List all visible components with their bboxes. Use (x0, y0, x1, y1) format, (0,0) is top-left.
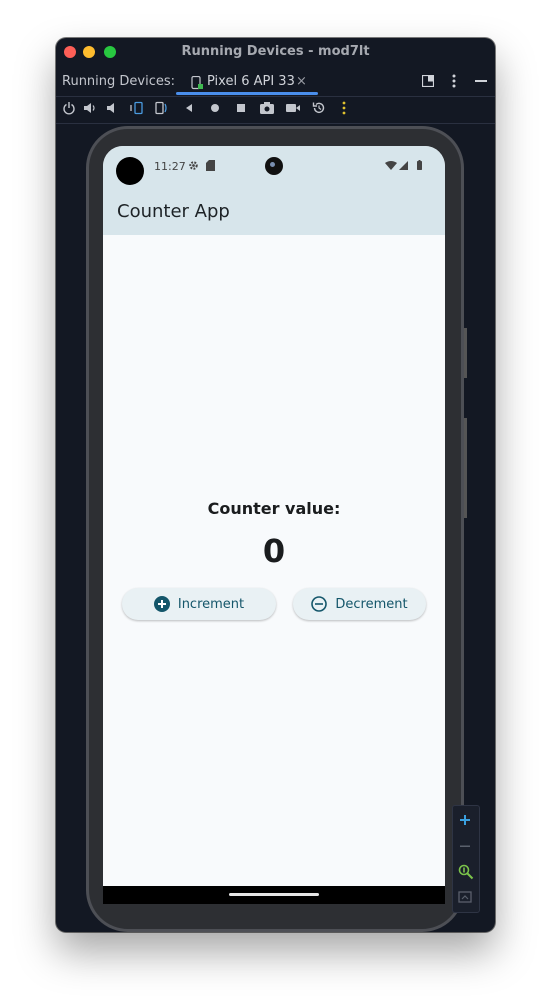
screenshot-icon[interactable] (259, 101, 275, 115)
volume-down-icon[interactable] (106, 101, 120, 115)
volume-up-icon[interactable] (83, 101, 97, 115)
increment-label: Increment (177, 596, 245, 612)
increment-button[interactable]: Increment (122, 588, 276, 620)
counter-label: Counter value: (207, 499, 341, 518)
settings-gear-icon (189, 161, 198, 170)
front-camera (265, 157, 283, 175)
tab-close-icon[interactable]: × (296, 74, 307, 89)
more-icon[interactable] (342, 101, 346, 115)
phone-side-button (464, 418, 467, 518)
rotate-left-icon[interactable] (130, 101, 144, 115)
zoom-out-icon[interactable] (458, 839, 472, 853)
app-title: Counter App (117, 201, 230, 222)
layout-toggle-icon[interactable] (422, 75, 434, 87)
options-more-icon[interactable] (452, 74, 456, 88)
device-screen[interactable]: 11:27 Counter App Counter value: 0 Incre… (103, 146, 445, 904)
decrement-button[interactable]: Decrement (293, 588, 426, 620)
sd-card-icon (206, 160, 215, 171)
tab-pixel-6[interactable]: Pixel 6 API 33 × (176, 68, 318, 96)
window-title: Running Devices - mod7lt (181, 44, 370, 59)
power-icon[interactable] (62, 101, 76, 115)
title-bar: Running Devices - mod7lt (56, 38, 495, 66)
home-gesture-handle[interactable] (229, 893, 319, 896)
back-icon[interactable] (182, 101, 196, 115)
device-toolbar (56, 98, 495, 122)
screen-record-icon[interactable] (285, 101, 301, 115)
minus-circle-icon (311, 596, 328, 612)
emulator-window: Running Devices - mod7lt Running Devices… (56, 38, 495, 932)
hide-panel-icon[interactable] (475, 74, 487, 88)
wifi-signal-battery-icon (385, 160, 422, 170)
running-devices-label: Running Devices: (62, 74, 176, 89)
decrement-label: Decrement (335, 596, 408, 612)
divider (56, 96, 495, 97)
tab-bar: Running Devices: Pixel 6 API 33 × (56, 68, 495, 96)
snapshot-icon[interactable] (312, 101, 326, 115)
avatar (116, 157, 144, 185)
status-time: 11:27 (154, 160, 186, 173)
zoom-actual-size-icon[interactable] (458, 864, 474, 880)
home-icon[interactable] (208, 101, 222, 115)
divider (56, 123, 495, 124)
rotate-right-icon[interactable] (154, 101, 168, 115)
active-tab-indicator (176, 92, 318, 95)
zoom-fit-screen-icon[interactable] (458, 890, 472, 904)
phone-side-button (464, 328, 467, 378)
phone-device-icon (191, 76, 203, 90)
overview-icon[interactable] (234, 101, 248, 115)
zoom-controls (452, 805, 480, 913)
app-bar: 11:27 Counter App (103, 146, 445, 235)
device-tab-label: Pixel 6 API 33 (207, 74, 295, 89)
zoom-in-icon[interactable] (458, 813, 472, 827)
gesture-nav-bar (103, 886, 445, 904)
counter-value: 0 (262, 532, 286, 570)
plus-circle-icon (153, 596, 170, 612)
